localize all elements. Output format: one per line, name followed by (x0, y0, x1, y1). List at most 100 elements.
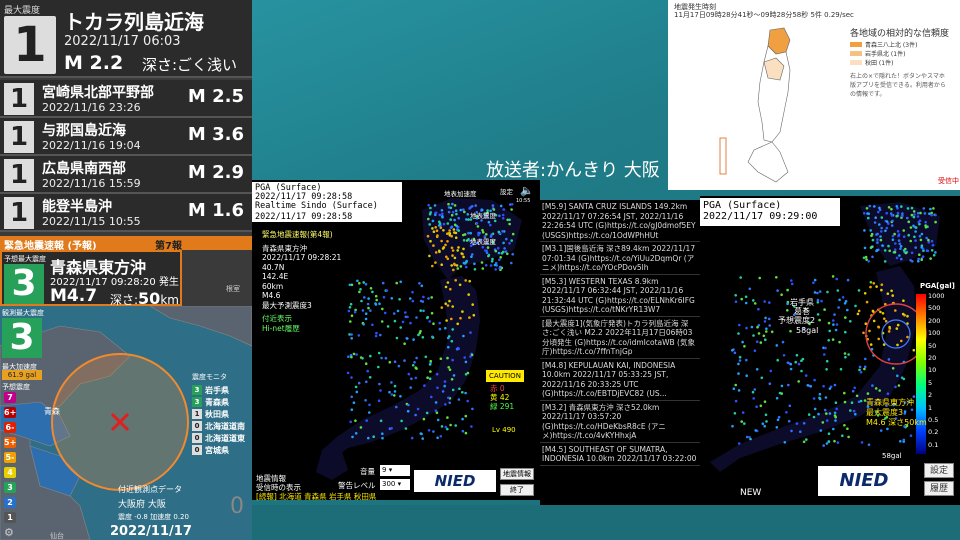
station-dot (816, 298, 820, 302)
tweet-item[interactable]: [M3.2] 青森県東方沖 深さ52.0km 2022/11/17 03:57:… (540, 401, 700, 443)
station-dot (825, 359, 829, 363)
history-item[interactable]: 1 与那国島近海 2022/11/16 19:04 M 3.6 (0, 118, 252, 156)
exit-button[interactable]: 終了 (500, 484, 534, 496)
station-dot (474, 204, 477, 207)
quake-info-button[interactable]: 地震情報 (500, 468, 534, 480)
station-dot (775, 396, 779, 400)
station-dot (496, 246, 500, 250)
volume-select[interactable]: 9 ▾ (380, 465, 410, 476)
station-dot (448, 368, 452, 371)
station-dot (918, 234, 922, 238)
station-dot (441, 215, 444, 218)
station-dot (438, 213, 442, 217)
tweet-feed[interactable]: [M5.9] SANTA CRUZ ISLANDS 149.2km 2022/1… (540, 200, 700, 505)
station-dot (417, 333, 420, 337)
station-dot (927, 241, 931, 244)
station-dot (795, 353, 799, 357)
mid-settings-label[interactable]: 設定 (500, 186, 513, 196)
station-dot (864, 322, 868, 325)
eew-card[interactable]: 予想最大震度 3 青森県東方沖 2022/11/17 09:28:20 発生 M… (0, 250, 182, 308)
station-dot (869, 343, 873, 346)
station-dot (914, 239, 917, 242)
station-dot (411, 364, 415, 367)
station-dot (350, 355, 353, 359)
kyoshin-monitor-panel[interactable] (252, 180, 540, 500)
station-dot (431, 219, 435, 223)
tweet-item[interactable]: [M4.8] KEPULAUAN KAI, INDONESIA 10.0km 2… (540, 359, 700, 401)
reliability-map[interactable] (688, 22, 838, 188)
station-dot (932, 207, 935, 210)
station-dot (765, 327, 768, 330)
monitor-row: 1 秋田県 (192, 408, 252, 420)
station-dot (897, 384, 901, 387)
station-dot (813, 378, 816, 382)
station-dot (412, 338, 415, 341)
station-dot (448, 401, 451, 405)
tweet-item[interactable]: [M3.1]国後島近海 深さ89.4km 2022/11/17 07:01:34… (540, 242, 700, 275)
monitor-region: 岩手県 (205, 385, 229, 395)
station-dot (426, 315, 429, 319)
scale-swatch: 3 (4, 482, 16, 493)
eew-depth: 深さ:50km (110, 289, 179, 308)
station-dot (365, 419, 368, 422)
station-dot (885, 220, 889, 223)
history-button[interactable]: 履歴 (924, 481, 954, 496)
history-item[interactable]: 1 宮崎県北部平野部 2022/11/16 23:26 M 2.5 (0, 80, 252, 118)
station-dot (822, 444, 825, 447)
station-dot (353, 310, 357, 314)
station-dot (438, 327, 442, 331)
tweet-item[interactable]: [M4.5] SOUTHEAST OF SUMATRA, INDONESIA 1… (540, 443, 700, 466)
station-dot (469, 231, 472, 235)
station-dot (393, 384, 397, 388)
warn-level-select[interactable]: 300 ▾ (380, 479, 410, 490)
station-dot (929, 257, 932, 260)
observed-intensity: 3 (2, 318, 42, 358)
station-dot (877, 325, 881, 329)
station-dot (760, 376, 764, 380)
station-dot (446, 356, 449, 360)
reliability-legend-item: 青森三八上北 (3件) (850, 40, 917, 49)
station-dot (407, 372, 411, 376)
station-dot (767, 317, 771, 321)
station-dot (909, 239, 912, 243)
station-dot (863, 292, 867, 295)
station-dot (360, 299, 363, 303)
monitor-intensity: 3 (192, 385, 202, 395)
station-dot (778, 391, 782, 395)
station-dot (867, 212, 870, 215)
station-dot (890, 289, 893, 293)
station-dot (371, 290, 374, 294)
settings-button[interactable]: 設定 (924, 463, 954, 478)
station-dot (381, 432, 384, 435)
tweet-item[interactable]: [M5.9] SANTA CRUZ ISLANDS 149.2km 2022/1… (540, 200, 700, 242)
station-dot (498, 258, 501, 261)
speaker-icon[interactable]: 🔈 (520, 184, 534, 197)
station-dot (843, 302, 847, 305)
station-dot (777, 415, 781, 419)
latest-quake-card[interactable]: 最大震度 1 トカラ列島近海 2022/11/17 06:03 M 2.2 深さ… (0, 0, 252, 78)
station-dot (440, 306, 444, 309)
station-dot (834, 328, 838, 332)
history-item[interactable]: 1 能登半島沖 2022/11/15 10:55 M 1.6 (0, 194, 252, 232)
history-intensity: 1 (4, 121, 34, 153)
gear-icon[interactable]: ⚙ (4, 526, 14, 539)
station-dot (431, 227, 434, 230)
tweet-item[interactable]: [M5.3] WESTERN TEXAS 8.9km 2022/11/17 06… (540, 275, 700, 317)
tweet-item[interactable]: [最大震度1](気象庁発表)トカラ列島近海 深さ:ごく浅い M2.2 2022年… (540, 317, 700, 359)
station-dot (435, 372, 439, 376)
history-item[interactable]: 1 広島県南西部 2022/11/16 15:59 M 2.9 (0, 156, 252, 194)
mid-hinet-link[interactable]: Hi-net履歴 (262, 324, 341, 334)
station-dot (375, 298, 378, 302)
station-dot (467, 231, 470, 235)
station-dot (471, 407, 474, 411)
station-dot (795, 422, 799, 425)
station-dot (377, 399, 381, 402)
pga-color-bar (916, 294, 926, 454)
station-dot (843, 400, 847, 404)
station-dot (368, 411, 371, 414)
station-dot (896, 374, 899, 378)
mid-kyoshin-link[interactable]: 付近表示 (262, 314, 341, 324)
station-dot (871, 238, 875, 242)
station-dot (432, 430, 435, 433)
station-dot (455, 264, 459, 267)
